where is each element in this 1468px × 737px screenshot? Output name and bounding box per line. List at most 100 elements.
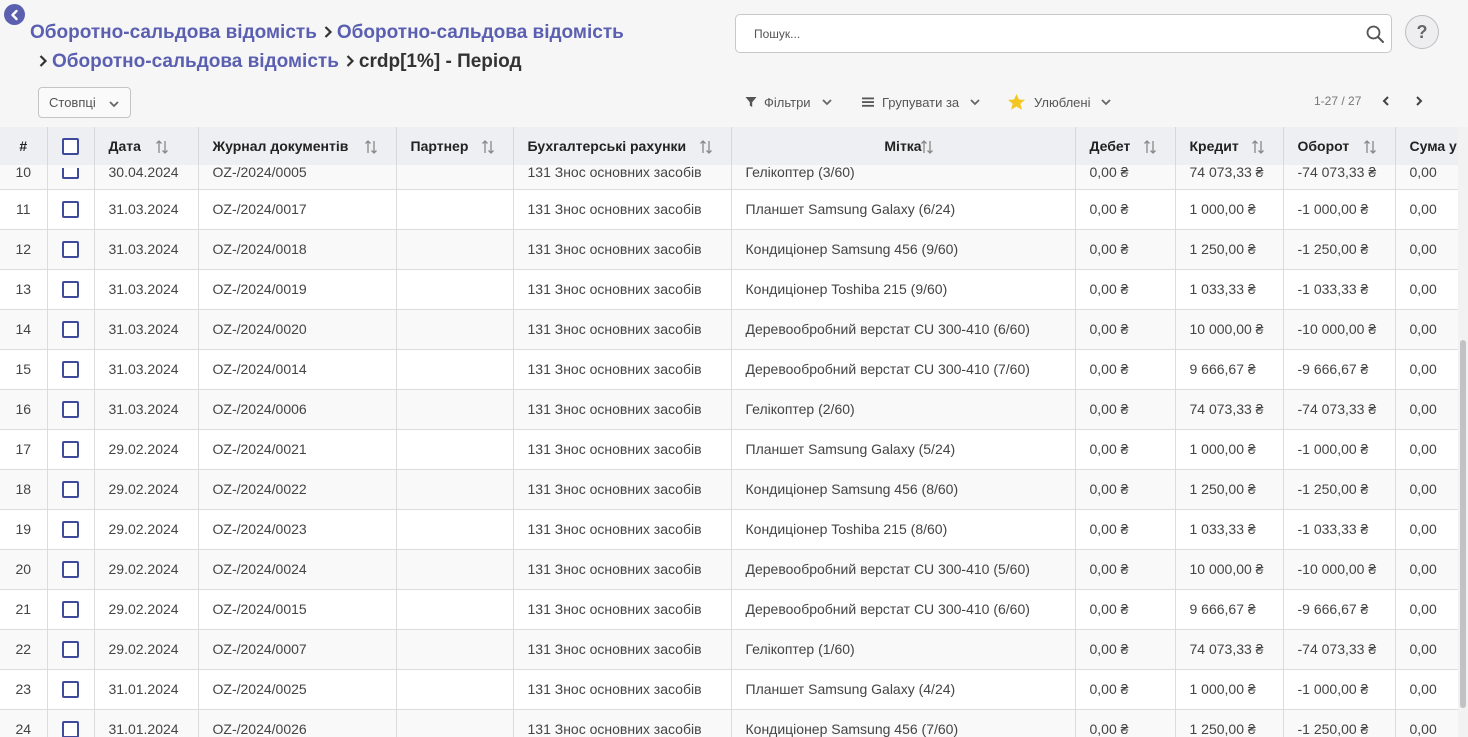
cell-label: Деревообробний верстат CU 300-410 (6/60)	[731, 589, 1076, 630]
search-icon[interactable]	[1365, 24, 1385, 44]
cell-account: 131 Знос основних засобів	[513, 349, 732, 390]
favorites-label: Улюблені	[1034, 94, 1091, 110]
table-row[interactable]: 20 29.02.2024 OZ-/2024/0024 131 Знос основн…	[0, 549, 1458, 590]
sort-icon	[699, 140, 712, 154]
cell-select	[47, 309, 95, 350]
vertical-scrollbar[interactable]	[1458, 127, 1468, 737]
breadcrumb-link-3[interactable]: Оборотно-сальдова відомість	[52, 51, 339, 72]
chevron-down-icon	[821, 99, 832, 106]
general-ledger-table: # Дата Журнал документів Партнер Бухгалт…	[0, 127, 1458, 737]
table-row[interactable]: 11 31.03.2024 OZ-/2024/0017 131 Знос основн…	[0, 189, 1458, 230]
breadcrumb: Оборотно-сальдова відомість Оборотно-саль…	[30, 18, 710, 76]
table-row[interactable]: 24 31.01.2024 OZ-/2024/0026 131 Знос основн…	[0, 709, 1458, 737]
column-header-accounts-label: Бухгалтерські рахунки	[527, 138, 687, 154]
back-button[interactable]	[4, 4, 25, 25]
cell-journal: OZ-/2024/0025	[198, 669, 397, 710]
cell-credit: 1 250,00 ₴	[1175, 709, 1284, 737]
cell-partner	[396, 189, 514, 230]
breadcrumb-link-2[interactable]: Оборотно-сальдова відомість	[337, 22, 624, 43]
pager-next-button[interactable]	[1411, 93, 1427, 109]
row-checkbox[interactable]	[62, 680, 79, 698]
cell-credit: 9 666,67 ₴	[1175, 349, 1284, 390]
column-header-amount[interactable]: Сума у	[1395, 127, 1458, 165]
cell-amount: 0,00	[1395, 269, 1458, 310]
column-header-journal[interactable]: Журнал документів	[198, 127, 397, 165]
cell-amount: 0,00	[1395, 389, 1458, 430]
column-header-accounts[interactable]: Бухгалтерські рахунки	[513, 127, 732, 165]
row-checkbox[interactable]	[62, 480, 79, 498]
row-checkbox[interactable]	[62, 167, 79, 179]
table-row[interactable]: 21 29.02.2024 OZ-/2024/0015 131 Знос основн…	[0, 589, 1458, 630]
cell-debit: 0,00 ₴	[1075, 629, 1176, 670]
table-row[interactable]: 23 31.01.2024 OZ-/2024/0025 131 Знос основн…	[0, 669, 1458, 710]
column-header-debit-label: Дебет	[1089, 138, 1131, 154]
cell-amount: 0,00	[1395, 549, 1458, 590]
cell-num: 13	[0, 269, 48, 310]
scrollbar-thumb[interactable]	[1460, 340, 1466, 708]
help-button[interactable]: ?	[1405, 15, 1439, 49]
row-checkbox[interactable]	[62, 360, 79, 378]
cell-amount: 0,00	[1395, 349, 1458, 390]
table-row[interactable]: 17 29.02.2024 OZ-/2024/0021 131 Знос основн…	[0, 429, 1458, 470]
control-panel: Оборотно-сальдова відомість Оборотно-саль…	[0, 0, 1468, 127]
row-checkbox[interactable]	[62, 640, 79, 658]
columns-button[interactable]: Стовпці	[38, 87, 131, 118]
column-header-turnover[interactable]: Оборот	[1283, 127, 1396, 165]
breadcrumb-link-1[interactable]: Оборотно-сальдова відомість	[30, 22, 317, 43]
table-row[interactable]: 19 29.02.2024 OZ-/2024/0023 131 Знос основн…	[0, 509, 1458, 550]
row-checkbox[interactable]	[62, 200, 79, 218]
cell-turnover: -1 250,00 ₴	[1283, 229, 1396, 270]
row-checkbox[interactable]	[62, 400, 79, 418]
row-checkbox[interactable]	[62, 720, 79, 737]
cell-label: Гелікоптер (3/60)	[731, 165, 1076, 190]
row-checkbox[interactable]	[62, 320, 79, 338]
table-row[interactable]: 16 31.03.2024 OZ-/2024/0006 131 Знос основн…	[0, 389, 1458, 430]
cell-amount: 0,00	[1395, 229, 1458, 270]
cell-account: 131 Знос основних засобів	[513, 165, 732, 190]
cell-turnover: -10 000,00 ₴	[1283, 309, 1396, 350]
table-row[interactable]: 18 29.02.2024 OZ-/2024/0022 131 Знос основн…	[0, 469, 1458, 510]
column-header-label[interactable]: Мітка	[731, 127, 1076, 165]
row-checkbox[interactable]	[62, 560, 79, 578]
cell-journal: OZ-/2024/0026	[198, 709, 397, 737]
group-by-toggle[interactable]: Групувати за	[861, 92, 981, 112]
column-header-partner[interactable]: Партнер	[396, 127, 514, 165]
cell-amount: 0,00	[1395, 669, 1458, 710]
cell-date: 31.01.2024	[94, 709, 199, 737]
select-all-checkbox[interactable]	[62, 137, 79, 155]
favorites-toggle[interactable]: Улюблені	[1007, 92, 1112, 112]
row-checkbox[interactable]	[62, 280, 79, 298]
column-header-turnover-label: Оборот	[1297, 138, 1350, 154]
search-input[interactable]	[736, 15, 1336, 52]
table-row[interactable]: 12 31.03.2024 OZ-/2024/0018 131 Знос основн…	[0, 229, 1458, 270]
cell-label: Гелікоптер (1/60)	[731, 629, 1076, 670]
column-header-debit[interactable]: Дебет	[1075, 127, 1176, 165]
pager-previous-button[interactable]	[1378, 93, 1394, 109]
breadcrumb-line-1: Оборотно-сальдова відомість Оборотно-саль…	[30, 18, 710, 47]
cell-date: 29.02.2024	[94, 429, 199, 470]
cell-partner	[396, 349, 514, 390]
row-checkbox[interactable]	[62, 440, 79, 458]
cell-account: 131 Знос основних засобів	[513, 589, 732, 630]
cell-label: Кондиціонер Toshiba 215 (8/60)	[731, 509, 1076, 550]
cell-turnover: -1 000,00 ₴	[1283, 189, 1396, 230]
table-row[interactable]: 10 30.04.2024 OZ-/2024/0005 131 Знос основн…	[0, 165, 1458, 190]
sort-icon	[920, 140, 933, 154]
table-row[interactable]: 13 31.03.2024 OZ-/2024/0019 131 Знос основн…	[0, 269, 1458, 310]
breadcrumb-line-2: Оборотно-сальдова відомість crdp[1%] - Пе…	[30, 47, 710, 76]
filters-toggle[interactable]: Фільтри	[744, 92, 833, 112]
row-checkbox[interactable]	[62, 240, 79, 258]
row-checkbox[interactable]	[62, 520, 79, 538]
cell-journal: OZ-/2024/0023	[198, 509, 397, 550]
table-row[interactable]: 15 31.03.2024 OZ-/2024/0014 131 Знос основн…	[0, 349, 1458, 390]
cell-label: Планшет Samsung Galaxy (4/24)	[731, 669, 1076, 710]
table-row[interactable]: 14 31.03.2024 OZ-/2024/0020 131 Знос основн…	[0, 309, 1458, 350]
cell-amount: 0,00	[1395, 509, 1458, 550]
column-header-date[interactable]: Дата	[94, 127, 199, 165]
cell-label: Кондиціонер Samsung 456 (7/60)	[731, 709, 1076, 737]
pager-value[interactable]: 1-27 / 27	[1314, 94, 1361, 108]
cell-journal: OZ-/2024/0024	[198, 549, 397, 590]
row-checkbox[interactable]	[62, 600, 79, 618]
table-row[interactable]: 22 29.02.2024 OZ-/2024/0007 131 Знос основн…	[0, 629, 1458, 670]
column-header-credit[interactable]: Кредит	[1175, 127, 1284, 165]
